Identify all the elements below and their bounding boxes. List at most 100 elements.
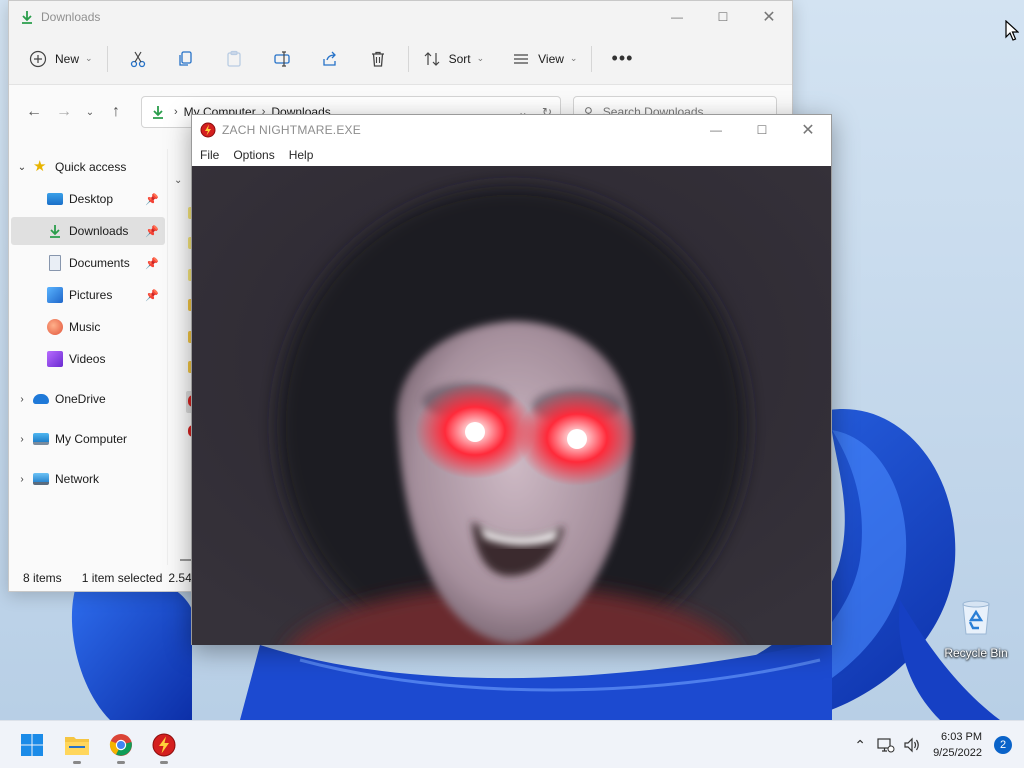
sidebar-item-quick-access[interactable]: ⌄ ★ Quick access (11, 153, 165, 181)
sidebar-item-label: Pictures (69, 288, 113, 302)
app-logo-icon (200, 122, 216, 138)
copy-button[interactable] (162, 42, 210, 76)
recent-locations-button[interactable]: ⌄ (79, 97, 101, 127)
sidebar-item-pictures[interactable]: Pictures 📌 (11, 281, 165, 309)
item-count: 8 items (23, 571, 62, 585)
sidebar-item-my-computer[interactable]: › My Computer (11, 425, 165, 453)
desktop-icon (47, 193, 63, 205)
chevron-right-icon[interactable]: › (11, 474, 33, 485)
notification-badge[interactable]: 2 (994, 736, 1012, 754)
folder-icon (65, 737, 89, 755)
volume-button[interactable] (899, 732, 925, 758)
monitor-icon (33, 433, 49, 445)
up-button[interactable]: ↑ (101, 97, 131, 127)
share-icon (322, 51, 336, 66)
download-icon (50, 225, 60, 238)
download-icon (22, 11, 32, 24)
start-button[interactable] (12, 725, 52, 765)
back-button[interactable]: ← (19, 97, 49, 127)
pictures-icon (47, 287, 63, 303)
menu-file[interactable]: File (200, 148, 219, 162)
sort-button[interactable]: Sort ⌄ (415, 42, 493, 76)
cut-button[interactable] (114, 42, 162, 76)
menu-options[interactable]: Options (233, 148, 274, 162)
document-icon (49, 255, 61, 271)
chevron-down-icon: ⌄ (85, 106, 95, 118)
mouse-cursor-icon (1005, 20, 1019, 41)
more-options-button[interactable]: ••• (598, 42, 646, 76)
chevron-down-icon: ⌄ (85, 53, 93, 63)
minimize-button[interactable]: — (654, 1, 700, 33)
minimize-button[interactable]: — (693, 115, 739, 145)
show-hidden-icons-button[interactable]: ⌃ (847, 732, 873, 758)
clock[interactable]: 6:03 PM 9/25/2022 (933, 729, 982, 761)
app-logo-icon (152, 733, 176, 757)
network-icon (33, 473, 49, 485)
menu-help[interactable]: Help (289, 148, 314, 162)
sidebar-item-label: Quick access (55, 160, 127, 174)
arrow-right-icon: → (56, 103, 72, 120)
sidebar-item-label: Videos (69, 352, 106, 366)
sidebar-item-network[interactable]: › Network (11, 465, 165, 493)
divider (106, 45, 108, 72)
clock-time: 6:03 PM (941, 731, 982, 743)
music-icon (47, 319, 63, 335)
delete-button[interactable] (354, 42, 402, 76)
divider (407, 45, 409, 72)
recycle-bin-label: Recycle Bin (944, 646, 1008, 660)
chevron-up-icon: ⌃ (854, 736, 866, 753)
app-titlebar[interactable]: ZACH NIGHTMARE.EXE — ☐ ✕ (192, 115, 831, 145)
nightmare-app-window[interactable]: ZACH NIGHTMARE.EXE — ☐ ✕ File Options He… (191, 114, 832, 645)
taskbar-file-explorer[interactable] (57, 725, 97, 765)
copy-icon (178, 50, 192, 66)
navigation-pane: ⌄ ★ Quick access Desktop 📌 Downloads 📌 D… (9, 149, 167, 567)
rename-button[interactable] (258, 42, 306, 76)
sidebar-item-label: Network (55, 472, 100, 486)
app-title: ZACH NIGHTMARE.EXE (222, 123, 361, 137)
chevron-right-icon[interactable]: › (11, 394, 33, 405)
star-icon: ★ (33, 158, 47, 175)
sidebar-item-music[interactable]: Music (11, 313, 165, 341)
sidebar-item-documents[interactable]: Documents 📌 (11, 249, 165, 277)
sidebar-item-label: Downloads (69, 224, 129, 238)
clock-date: 9/25/2022 (933, 747, 982, 759)
sidebar-item-downloads[interactable]: Downloads 📌 (11, 217, 165, 245)
close-button[interactable]: ✕ (746, 1, 792, 33)
maximize-button[interactable]: ☐ (739, 115, 785, 145)
view-list-icon (514, 53, 529, 64)
taskbar-nightmare-app[interactable] (144, 725, 184, 765)
chevron-down-icon[interactable]: ⌄ (174, 175, 182, 186)
network-status-button[interactable] (873, 732, 899, 758)
taskbar: ⌃ 6:03 PM 9/25/2022 2 (0, 720, 1024, 768)
scissors-icon (130, 51, 145, 67)
nightmare-face-image (192, 166, 831, 645)
arrow-up-icon: ↑ (112, 103, 120, 120)
cloud-icon (33, 394, 49, 404)
recycle-bin[interactable]: Recycle Bin (940, 598, 1012, 660)
sidebar-item-desktop[interactable]: Desktop 📌 (11, 185, 165, 213)
taskbar-chrome[interactable] (101, 725, 141, 765)
plus-circle-icon (29, 50, 47, 67)
chevron-down-icon: ⌄ (476, 53, 485, 63)
new-label: New (55, 51, 80, 66)
app-menu-bar: File Options Help (192, 145, 831, 165)
forward-button[interactable]: → (49, 97, 79, 127)
sidebar-item-onedrive[interactable]: › OneDrive (11, 385, 165, 413)
windows-logo-icon (21, 734, 43, 756)
command-bar: New ⌄ Sort ⌄ View ⌄ ••• (9, 33, 792, 85)
sort-label: Sort (448, 51, 471, 66)
paste-button[interactable] (210, 42, 258, 76)
close-button[interactable]: ✕ (785, 115, 831, 145)
view-button[interactable]: View ⌄ (504, 42, 585, 76)
share-button[interactable] (306, 42, 354, 76)
chevron-right-icon[interactable]: › (11, 434, 33, 445)
maximize-button[interactable]: ☐ (700, 1, 746, 33)
chrome-icon (109, 734, 132, 756)
chevron-down-icon[interactable]: ⌄ (11, 162, 33, 173)
explorer-titlebar[interactable]: Downloads — ☐ ✕ (9, 1, 792, 33)
system-tray: ⌃ 6:03 PM 9/25/2022 2 (847, 721, 1024, 768)
sidebar-item-label: Desktop (69, 192, 114, 206)
sidebar-item-videos[interactable]: Videos (11, 345, 165, 373)
divider (591, 45, 593, 72)
new-button[interactable]: New ⌄ (21, 42, 101, 76)
